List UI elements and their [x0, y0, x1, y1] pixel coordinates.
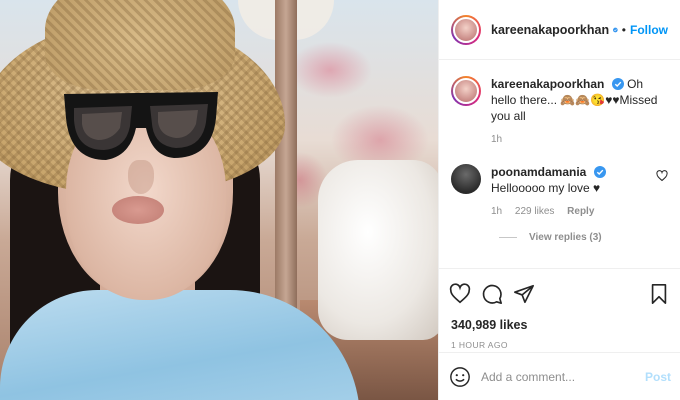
- comment-input[interactable]: [481, 369, 645, 384]
- share-icon[interactable]: [513, 283, 535, 305]
- verified-badge-icon: [593, 166, 606, 178]
- heart-icon[interactable]: [449, 282, 471, 305]
- post-comment-button[interactable]: Post: [645, 370, 671, 384]
- caption-time[interactable]: 1h: [491, 134, 502, 145]
- view-replies-label[interactable]: View replies (3): [529, 232, 602, 243]
- caption-meta: 1h: [491, 132, 668, 148]
- separator-dot: •: [621, 22, 626, 37]
- author-avatar[interactable]: [451, 14, 481, 45]
- comment-icon[interactable]: [481, 283, 503, 305]
- comment: poonamdamania Hellooooo my love ♥ 1h 229…: [451, 164, 668, 220]
- emoji-icon[interactable]: [449, 366, 471, 388]
- post-side-panel: kareenakapoorkhan • Follow kareenakapoor…: [438, 0, 680, 400]
- author-username[interactable]: kareenakapoorkhan: [491, 23, 609, 37]
- caption-avatar[interactable]: [451, 76, 481, 106]
- nose: [128, 160, 154, 194]
- commenter-avatar[interactable]: [451, 164, 481, 194]
- commenter-username[interactable]: poonamdamania: [491, 165, 586, 179]
- follow-button[interactable]: Follow: [630, 23, 668, 37]
- comment-meta: 1h 229 likes Reply: [491, 204, 656, 220]
- likes-count[interactable]: 340,989 likes: [439, 318, 680, 332]
- add-comment-bar: Post: [439, 352, 680, 400]
- action-bar: [439, 268, 680, 318]
- caption-comment: kareenakapoorkhan Oh hello there... 🙈🙈😘♥…: [451, 76, 668, 148]
- verified-badge-icon: [611, 78, 624, 90]
- view-replies-line: [499, 237, 517, 238]
- lips: [112, 196, 164, 224]
- post-photo[interactable]: [0, 0, 438, 400]
- comment-like-heart-icon[interactable]: [656, 170, 668, 182]
- sunglasses: [64, 92, 218, 160]
- bookmark-icon[interactable]: [648, 283, 670, 305]
- comments-section: kareenakapoorkhan Oh hello there... 🙈🙈😘♥…: [439, 60, 680, 268]
- hat-crown: [45, 0, 235, 90]
- post-header: kareenakapoorkhan • Follow: [439, 0, 680, 60]
- verified-badge-icon: [613, 27, 618, 32]
- caption-username[interactable]: kareenakapoorkhan: [491, 77, 604, 91]
- background-pillar: [275, 0, 297, 310]
- post-time-ago[interactable]: 1 HOUR AGO: [439, 332, 680, 350]
- view-replies-button[interactable]: View replies (3): [499, 232, 668, 243]
- comment-text: Hellooooo my love ♥: [491, 181, 601, 195]
- comment-likes[interactable]: 229 likes: [515, 206, 554, 217]
- reply-button[interactable]: Reply: [567, 206, 594, 217]
- comment-time[interactable]: 1h: [491, 206, 502, 217]
- background-cloth: [318, 160, 438, 340]
